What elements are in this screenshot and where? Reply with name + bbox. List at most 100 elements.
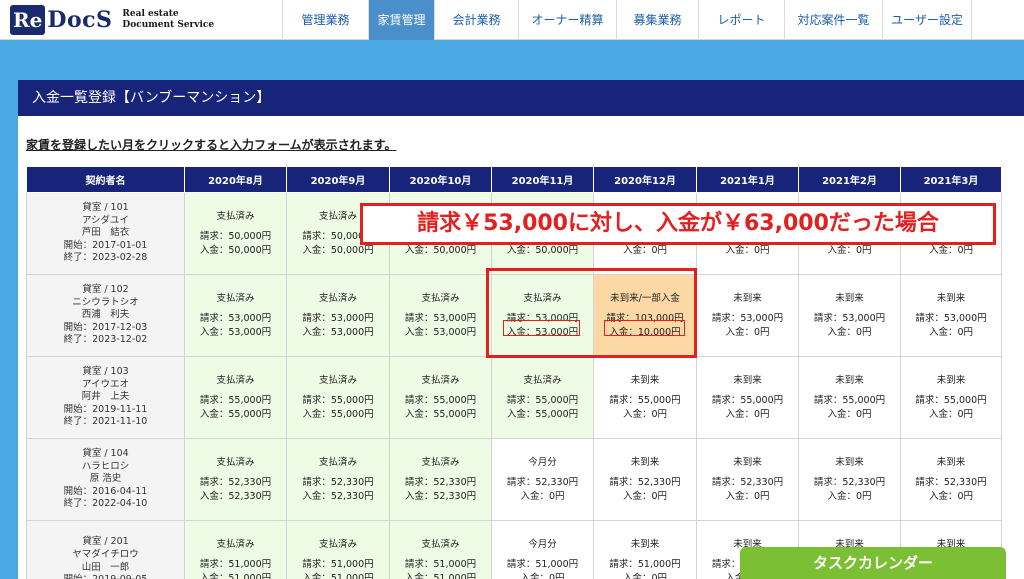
tenant-cell[interactable]: 貸室 / 201ヤマダイチロウ山田 一郎開始：2019-09-05 bbox=[26, 520, 185, 579]
billed-amount: 請求：55,000円 bbox=[199, 394, 272, 406]
paid-amount: 入金：51,000円 bbox=[302, 572, 374, 579]
payment-cell[interactable]: 支払済み 請求：53,000円 入金：53,000円 bbox=[286, 274, 390, 357]
payment-cell[interactable]: 未到来 請求：55,000円 入金：0円 bbox=[593, 356, 697, 439]
paid-amount: 入金：55,000円 bbox=[506, 408, 579, 420]
tenant-info-line: アイウエオ bbox=[81, 378, 130, 390]
payment-status: 未到来 bbox=[733, 374, 762, 386]
payment-status: 未到来 bbox=[835, 456, 864, 468]
payment-cell[interactable]: 支払済み 請求：51,000円 入金：51,000円 bbox=[389, 520, 492, 579]
paid-amount: 入金：51,000円 bbox=[199, 572, 272, 579]
payment-cell[interactable]: 支払済み 請求：55,000円 入金：55,000円 bbox=[184, 356, 287, 439]
payment-cell[interactable]: 今月分 請求：52,330円 入金：0円 bbox=[491, 438, 594, 521]
nav-item[interactable]: 会計業務 bbox=[434, 0, 518, 40]
paid-amount: 入金：55,000円 bbox=[302, 408, 374, 420]
tenant-info-line: 終了：2022-04-10 bbox=[63, 498, 148, 510]
payment-cell[interactable]: 未到来 請求：52,330円 入金：0円 bbox=[798, 438, 901, 521]
paid-amount: 入金：52,330円 bbox=[404, 490, 477, 502]
payment-status: 支払済み bbox=[318, 374, 357, 386]
billed-amount: 請求：52,330円 bbox=[609, 476, 681, 488]
payment-cell[interactable]: 支払済み 請求：52,330円 入金：52,330円 bbox=[389, 438, 492, 521]
tenant-info-line: 終了：2023-02-28 bbox=[63, 252, 148, 264]
payment-cell[interactable]: 支払済み 請求：55,000円 入金：55,000円 bbox=[286, 356, 390, 439]
payment-cell[interactable]: 支払済み 請求：51,000円 入金：51,000円 bbox=[286, 520, 390, 579]
payment-status: 未到来 bbox=[630, 456, 660, 468]
nav-item[interactable]: 家賃管理 bbox=[368, 0, 434, 40]
payment-cell[interactable]: 支払済み 請求：52,330円 入金：52,330円 bbox=[184, 438, 287, 521]
payment-cell[interactable]: 未到来 請求：55,000円 入金：0円 bbox=[696, 356, 799, 439]
tenant-cell[interactable]: 貸室 / 104 ハラヒロシ原 浩史 開始：2016-04-11 終了：2022-04… bbox=[26, 438, 185, 521]
paid-amount: 入金：52,330円 bbox=[199, 490, 272, 502]
payment-status: 支払済み bbox=[216, 292, 255, 304]
task-calendar-button[interactable]: タスクカレンダー bbox=[740, 547, 1006, 579]
payment-cell[interactable]: 支払済み 請求：53,000円 入金：53,000円 bbox=[389, 274, 492, 357]
paid-amount: 入金：0円 bbox=[725, 326, 770, 338]
payment-cell[interactable]: 未到来請求：52,330円 入金：0円 bbox=[593, 438, 697, 521]
paid-amount: 入金：0円 bbox=[725, 408, 770, 420]
nav-item[interactable]: レポート bbox=[698, 0, 784, 40]
column-header-month: 2020年10月 bbox=[389, 166, 492, 193]
billed-amount: 請求：53,000円 bbox=[302, 312, 374, 324]
payment-cell[interactable]: 未到来 請求：52,330円 入金：0円 bbox=[696, 438, 799, 521]
payment-status: 今月分 bbox=[528, 538, 557, 550]
payment-cell[interactable]: 支払済み請求：50,000円入金：50,000円 bbox=[184, 192, 287, 275]
payment-cell[interactable]: 今月分 請求：51,000円 入金：0円 bbox=[491, 520, 594, 579]
payment-cell[interactable]: 未到来 請求：55,000円 入金：0円 bbox=[900, 356, 1002, 439]
payment-status: 未到来 bbox=[936, 292, 966, 304]
billed-amount: 請求：55,000円 bbox=[915, 394, 987, 406]
billed-amount: 請求：53,000円 bbox=[199, 312, 272, 324]
billed-amount: 請求：55,000円 bbox=[506, 394, 579, 406]
nav-item[interactable]: ユーザー設定 bbox=[882, 0, 972, 40]
instruction-text: 家賃を登録したい月をクリックすると入力フォームが表示されます。 bbox=[26, 138, 397, 152]
payment-cell[interactable]: 支払済み 請求：52,330円 入金：52,330円 bbox=[286, 438, 390, 521]
logo-mark: Re DocS bbox=[10, 3, 112, 37]
nav-item[interactable]: 管理業務 bbox=[282, 0, 368, 40]
payment-cell[interactable]: 未到来 請求：53,000円 入金：0円 bbox=[798, 274, 901, 357]
payment-cell[interactable]: 支払済み 請求：55,000円 入金：55,000円 bbox=[491, 356, 594, 439]
payment-cell[interactable]: 未到来 請求：55,000円 入金：0円 bbox=[798, 356, 901, 439]
tenant-cell[interactable]: 貸室 / 101 アシダユイ 芦田 結衣 開始：2017-01-01 終了：2023-0… bbox=[26, 192, 185, 275]
payment-cell[interactable]: 支払済み 請求：51,000円 入金：51,000円 bbox=[184, 520, 287, 579]
payment-cell[interactable]: 支払済み 請求：53,000円 入金：53,000円 bbox=[184, 274, 287, 357]
payment-cell[interactable]: 未到来請求：51,000円入金：0円 bbox=[593, 520, 697, 579]
billed-amount: 請求：55,000円 bbox=[404, 394, 477, 406]
tenant-cell[interactable]: 貸室 / 102 ニシウラトシオ 西浦 利夫 開始：2017-12-03 終了：2023… bbox=[26, 274, 185, 357]
paid-amount: 入金：0円 bbox=[827, 408, 872, 420]
billed-amount: 請求：52,330円 bbox=[711, 476, 784, 488]
logo-docs: DocS bbox=[47, 7, 113, 33]
tenant-info-line: 西浦 利夫 bbox=[81, 309, 130, 321]
payment-cell[interactable]: 未到来 請求：52,330円 入金：0円 bbox=[900, 438, 1002, 521]
paid-amount: 入金：55,000円 bbox=[404, 408, 477, 420]
billed-amount: 請求：51,000円 bbox=[506, 558, 579, 570]
paid-amount: 入金：0円 bbox=[622, 572, 668, 579]
tenant-cell[interactable]: 貸室 / 103 アイウエオ 阿井 上夫 開始：2019-11-11 終了：2021-1… bbox=[26, 356, 185, 439]
tenant-info-line: 開始：2019-11-11 bbox=[63, 403, 148, 415]
billed-amount: 請求：52,330円 bbox=[915, 476, 987, 488]
highlight-paid-nov bbox=[503, 320, 580, 336]
payment-cell[interactable]: 支払済み 請求：55,000円 入金：55,000円 bbox=[389, 356, 492, 439]
paid-amount: 入金：0円 bbox=[928, 326, 974, 338]
paid-amount: 入金：0円 bbox=[827, 244, 872, 256]
column-header-month: 2020年11月 bbox=[491, 166, 594, 193]
billed-amount: 請求：52,330円 bbox=[302, 476, 374, 488]
tenant-info-line: 原 浩史 bbox=[89, 473, 122, 485]
payment-cell[interactable]: 未到来 請求：53,000円 入金：0円 bbox=[900, 274, 1002, 357]
billed-amount: 請求：50,000円 bbox=[199, 230, 272, 242]
tenant-info-line: 阿井 上夫 bbox=[81, 391, 130, 403]
tenant-info-line: 貸室 / 201 bbox=[82, 536, 129, 548]
nav-item[interactable]: オーナー精算 bbox=[518, 0, 616, 40]
tenant-info-line: 山田 一郎 bbox=[81, 561, 130, 573]
paid-amount: 入金：50,000円 bbox=[199, 244, 272, 256]
payment-cell[interactable]: 未到来 請求：53,000円 入金：0円 bbox=[696, 274, 799, 357]
paid-amount: 入金：53,000円 bbox=[404, 326, 477, 338]
payment-status: 支払済み bbox=[216, 210, 255, 222]
payment-status: 未到来 bbox=[835, 292, 864, 304]
paid-amount: 入金：0円 bbox=[622, 490, 668, 502]
tenant-info-line: ヤマダイチロウ bbox=[72, 548, 139, 560]
payment-status: 支払済み bbox=[421, 456, 460, 468]
nav-item[interactable]: 募集業務 bbox=[616, 0, 698, 40]
tenant-info-line: 開始：2019-09-05 bbox=[27, 574, 184, 579]
tenant-info-line: 開始：2017-01-01 bbox=[63, 239, 148, 251]
nav-item[interactable]: 対応案件一覧 bbox=[784, 0, 882, 40]
redocs-logo[interactable]: Re DocS Real estate Document Service bbox=[10, 3, 214, 37]
payment-status: 未到来 bbox=[630, 374, 660, 386]
